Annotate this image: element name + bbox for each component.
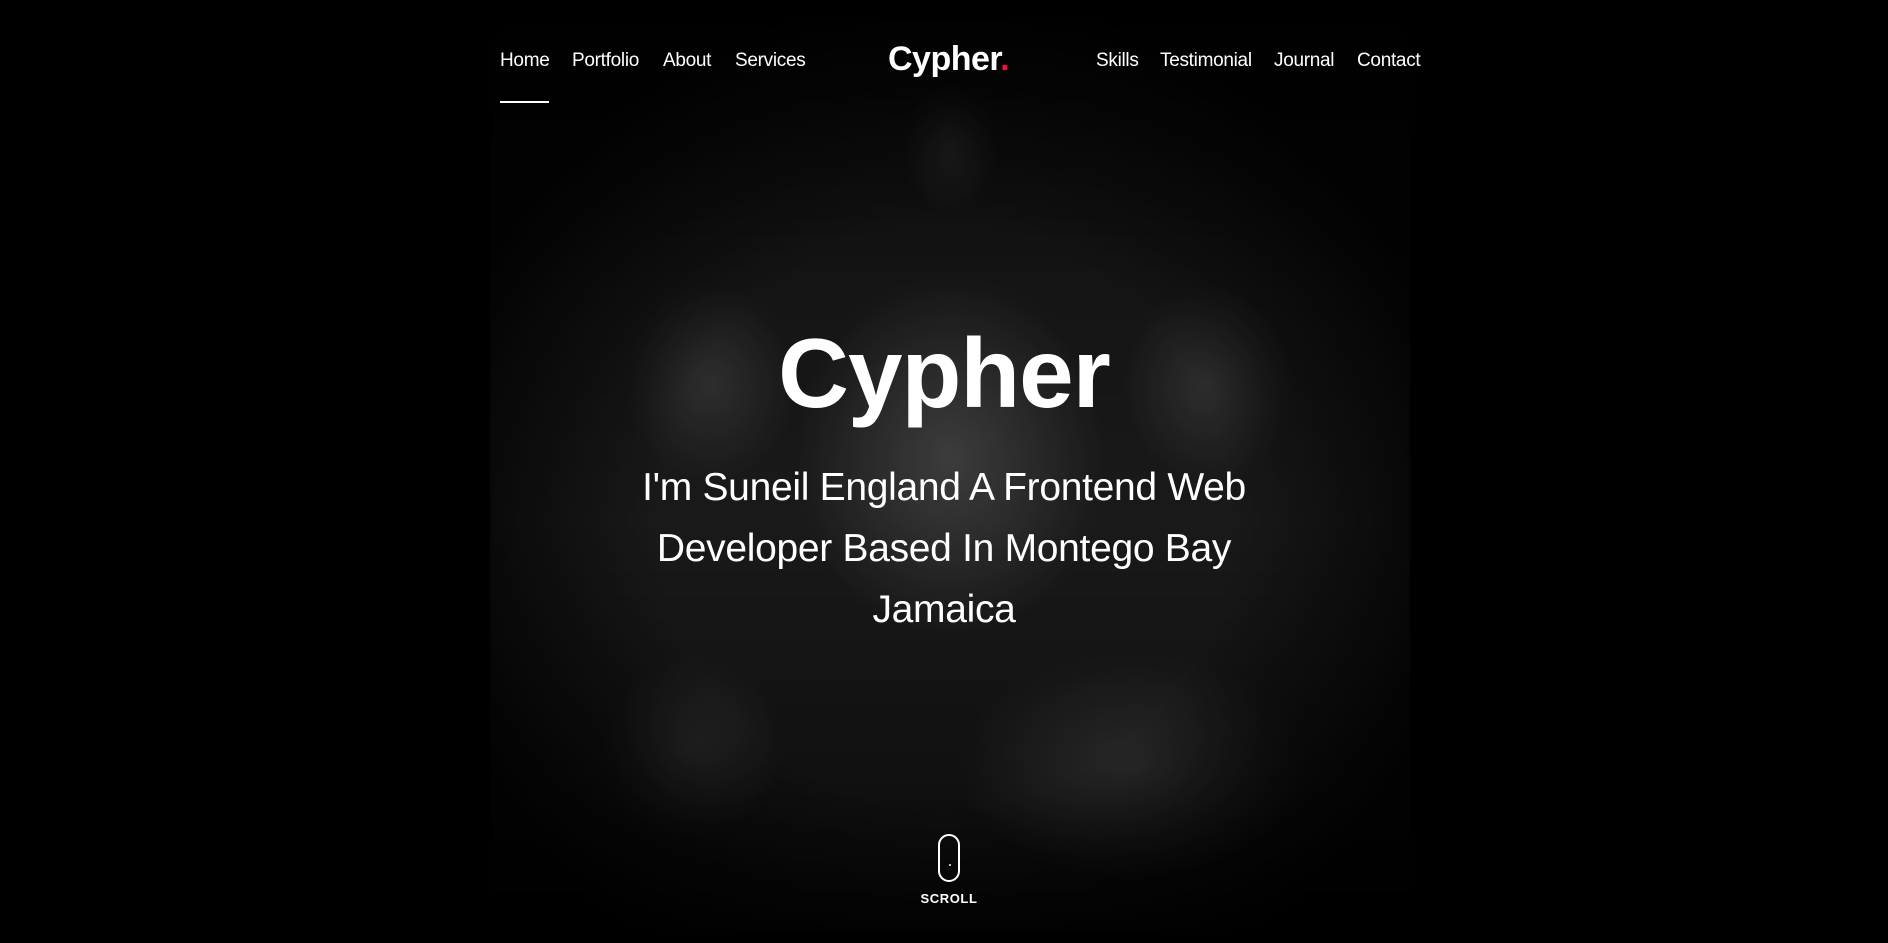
- logo-dot: .: [1000, 40, 1010, 78]
- mouse-icon: [938, 834, 960, 882]
- nav-item-portfolio[interactable]: Portfolio: [572, 50, 639, 72]
- hero-title: Cypher: [778, 318, 1111, 428]
- hero-subtitle: I'm Suneil England A Frontend Web Develo…: [642, 466, 1246, 631]
- nav-item-services[interactable]: Services: [735, 50, 806, 72]
- logo-text: Cypher: [888, 40, 1001, 78]
- nav-item-about[interactable]: About: [663, 50, 711, 72]
- scroll-indicator[interactable]: SCROLL: [919, 834, 979, 906]
- nav-item-home[interactable]: Home: [500, 50, 550, 103]
- scroll-label: SCROLL: [920, 891, 978, 906]
- nav-item-testimonial[interactable]: Testimonial: [1160, 50, 1252, 72]
- nav-item-journal[interactable]: Journal: [1274, 50, 1335, 72]
- nav-item-skills[interactable]: Skills: [1096, 50, 1139, 72]
- nav-item-contact[interactable]: Contact: [1357, 50, 1421, 72]
- mouse-wheel: [949, 864, 951, 866]
- main-nav: Home Portfolio About Services Cypher. Sk…: [0, 0, 1888, 110]
- hero-section: Home Portfolio About Services Cypher. Sk…: [0, 0, 1888, 943]
- site-logo[interactable]: Cypher.: [888, 40, 1010, 79]
